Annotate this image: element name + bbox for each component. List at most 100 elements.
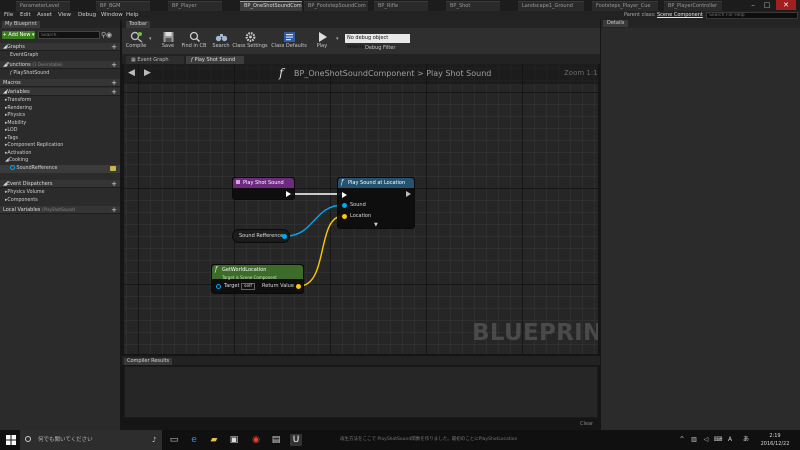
exec-in-pin[interactable]: [342, 192, 347, 198]
keyboard-icon[interactable]: ⌨: [712, 434, 724, 446]
section-functions[interactable]: ◢Functions (1 Overridable) +: [0, 61, 120, 69]
compile-button[interactable]: Compile: [124, 30, 148, 54]
var-category-mobility[interactable]: ▸Mobility: [0, 120, 120, 128]
doc-tab-bp-player[interactable]: BP_Player: [168, 1, 222, 11]
clock-time[interactable]: 2:19: [760, 433, 790, 439]
var-category-cooking[interactable]: ◢Cooking: [0, 157, 120, 165]
dispatch-category-components[interactable]: ▸Components: [0, 197, 120, 205]
play-sound-at-location-node[interactable]: Play Sound at Location f Sound Location …: [337, 177, 415, 229]
section-graphs[interactable]: ◢Graphs +: [0, 43, 120, 51]
unreal-engine-icon[interactable]: U: [290, 434, 302, 446]
var-category-physics[interactable]: ▸Physics: [0, 112, 120, 120]
section-macros[interactable]: Macros +: [0, 79, 120, 87]
section-local-variables[interactable]: Local Variables (PlayShotSound) +: [0, 206, 120, 214]
var-category-tags[interactable]: ▸Tags: [0, 135, 120, 143]
menu-debug[interactable]: Debug: [78, 11, 96, 20]
dispatch-category-physics-volume[interactable]: ▸Physics Volume: [0, 189, 120, 197]
section-variables[interactable]: ◢Variables +: [0, 88, 120, 96]
add-new-button[interactable]: + Add New ▾: [2, 31, 35, 39]
eye-visibility-icon[interactable]: [110, 166, 116, 171]
help-search-input[interactable]: [706, 12, 798, 19]
doc-tab-landscape[interactable]: Landscape1_Ground: [518, 1, 584, 11]
compile-options-chevron-icon[interactable]: ▾: [149, 36, 152, 42]
menu-window[interactable]: Window: [101, 11, 123, 20]
target-pin[interactable]: [216, 284, 221, 289]
task-view-icon[interactable]: ▭: [168, 434, 180, 446]
expand-advanced-chevron-icon[interactable]: ▼: [374, 222, 378, 228]
var-category-transform[interactable]: ▸Transform: [0, 97, 120, 105]
debug-object-select[interactable]: No debug object selected ▾: [345, 34, 410, 50]
function-entry-node[interactable]: Play Shot Sound: [232, 177, 295, 200]
tab-toolbar[interactable]: Toolbar: [126, 21, 151, 28]
variable-item-soundrefference[interactable]: SoundRefference: [0, 165, 120, 173]
doc-tab-bp-oneshotsound[interactable]: BP_OneShotSoundCom: [240, 1, 302, 11]
windows-start-icon[interactable]: [6, 435, 16, 445]
add-graph-icon[interactable]: +: [111, 43, 117, 51]
doc-tab-bp-playercontroller[interactable]: BP_PlayerController: [664, 1, 722, 11]
cortana-search-box[interactable]: 何でも聞いてください ♪: [20, 430, 162, 450]
add-variable-icon[interactable]: +: [111, 88, 117, 96]
network-icon[interactable]: ▥: [688, 434, 700, 446]
add-function-icon[interactable]: +: [111, 61, 117, 69]
add-local-variable-icon[interactable]: +: [111, 206, 117, 214]
play-button[interactable]: Play: [310, 30, 334, 54]
tab-event-graph[interactable]: ▦ Event Graph: [126, 56, 184, 64]
add-macro-icon[interactable]: +: [111, 79, 117, 87]
edge-browser-icon[interactable]: e: [188, 434, 200, 446]
parent-class-link[interactable]: Scene Component: [657, 11, 703, 20]
ime-icon[interactable]: A: [724, 434, 736, 446]
menu-view[interactable]: View: [58, 11, 71, 20]
doc-tab-bp-bgm[interactable]: BP_BGM: [96, 1, 150, 11]
var-category-lod[interactable]: ▸LOD: [0, 127, 120, 135]
doc-tab-bp-shot[interactable]: BP_Shot: [446, 1, 500, 11]
sound-refference-variable-node[interactable]: Sound Refference: [232, 229, 290, 243]
chrome-icon[interactable]: ◉: [250, 434, 262, 446]
blueprint-search-input[interactable]: [38, 31, 100, 39]
file-explorer-icon[interactable]: ▰: [208, 434, 220, 446]
exec-out-pin[interactable]: [286, 191, 291, 197]
eye-icon[interactable]: ◉: [106, 31, 112, 39]
minimize-icon[interactable]: –: [748, 0, 758, 10]
volume-icon[interactable]: ◁: [700, 434, 712, 446]
maximize-icon[interactable]: □: [762, 0, 772, 10]
microphone-icon[interactable]: ♪: [152, 430, 156, 450]
menu-file[interactable]: File: [4, 11, 13, 20]
class-defaults-button[interactable]: Class Defaults: [270, 30, 308, 54]
save-button[interactable]: Save: [156, 30, 180, 54]
menu-help[interactable]: Help: [126, 11, 139, 20]
play-options-chevron-icon[interactable]: ▾: [336, 36, 339, 42]
doc-tab-bp-footstepsound[interactable]: BP_FootstepSoundCom: [304, 1, 368, 11]
app-icon[interactable]: ▤: [270, 434, 282, 446]
clear-button[interactable]: Clear: [580, 421, 593, 427]
tab-my-blueprint[interactable]: My Blueprint: [2, 21, 40, 28]
function-item-playshotsound[interactable]: f PlayShotSound: [0, 70, 120, 78]
sound-pin[interactable]: [342, 203, 347, 208]
graph-item-eventgraph[interactable]: EventGraph: [0, 52, 120, 60]
menu-edit[interactable]: Edit: [20, 11, 31, 20]
close-icon[interactable]: ✕: [776, 0, 796, 10]
doc-tab-parameterlevel[interactable]: ParameterLevel: [16, 1, 70, 11]
language-icon[interactable]: あ: [740, 434, 752, 446]
return-value-pin[interactable]: [296, 284, 301, 289]
location-pin[interactable]: [342, 214, 347, 219]
tab-play-shot-sound[interactable]: f Play Shot Sound: [186, 56, 244, 64]
var-category-activation[interactable]: ▸Activation: [0, 150, 120, 158]
menu-asset[interactable]: Asset: [37, 11, 52, 20]
find-in-cb-button[interactable]: Find in CB: [180, 30, 208, 54]
var-category-rendering[interactable]: ▸Rendering: [0, 105, 120, 113]
graph-canvas[interactable]: ◀ ▶ f BP_OneShotSoundComponent > Play Sh…: [124, 64, 598, 354]
section-event-dispatchers[interactable]: ◢Event Dispatchers +: [0, 180, 120, 188]
var-category-component-replication[interactable]: ▸Component Replication: [0, 142, 120, 150]
search-button[interactable]: Search: [210, 30, 232, 54]
tab-compiler-results[interactable]: Compiler Results: [124, 358, 173, 365]
get-world-location-node[interactable]: GetWorldLocation Target is Scene Componen…: [211, 264, 304, 294]
clock-date[interactable]: 2016/12/22: [756, 441, 794, 447]
add-dispatcher-icon[interactable]: +: [111, 180, 117, 188]
store-icon[interactable]: ▣: [228, 434, 240, 446]
class-settings-button[interactable]: Class Settings: [232, 30, 268, 54]
tab-details[interactable]: Details: [603, 20, 629, 27]
doc-tab-bp-rifle[interactable]: BP_Rifle: [374, 1, 428, 11]
variable-out-pin[interactable]: [282, 234, 287, 239]
tray-chevron-icon[interactable]: ^: [676, 434, 688, 446]
doc-tab-footsteps-cue[interactable]: Footsteps_Player_Cue: [592, 1, 658, 11]
